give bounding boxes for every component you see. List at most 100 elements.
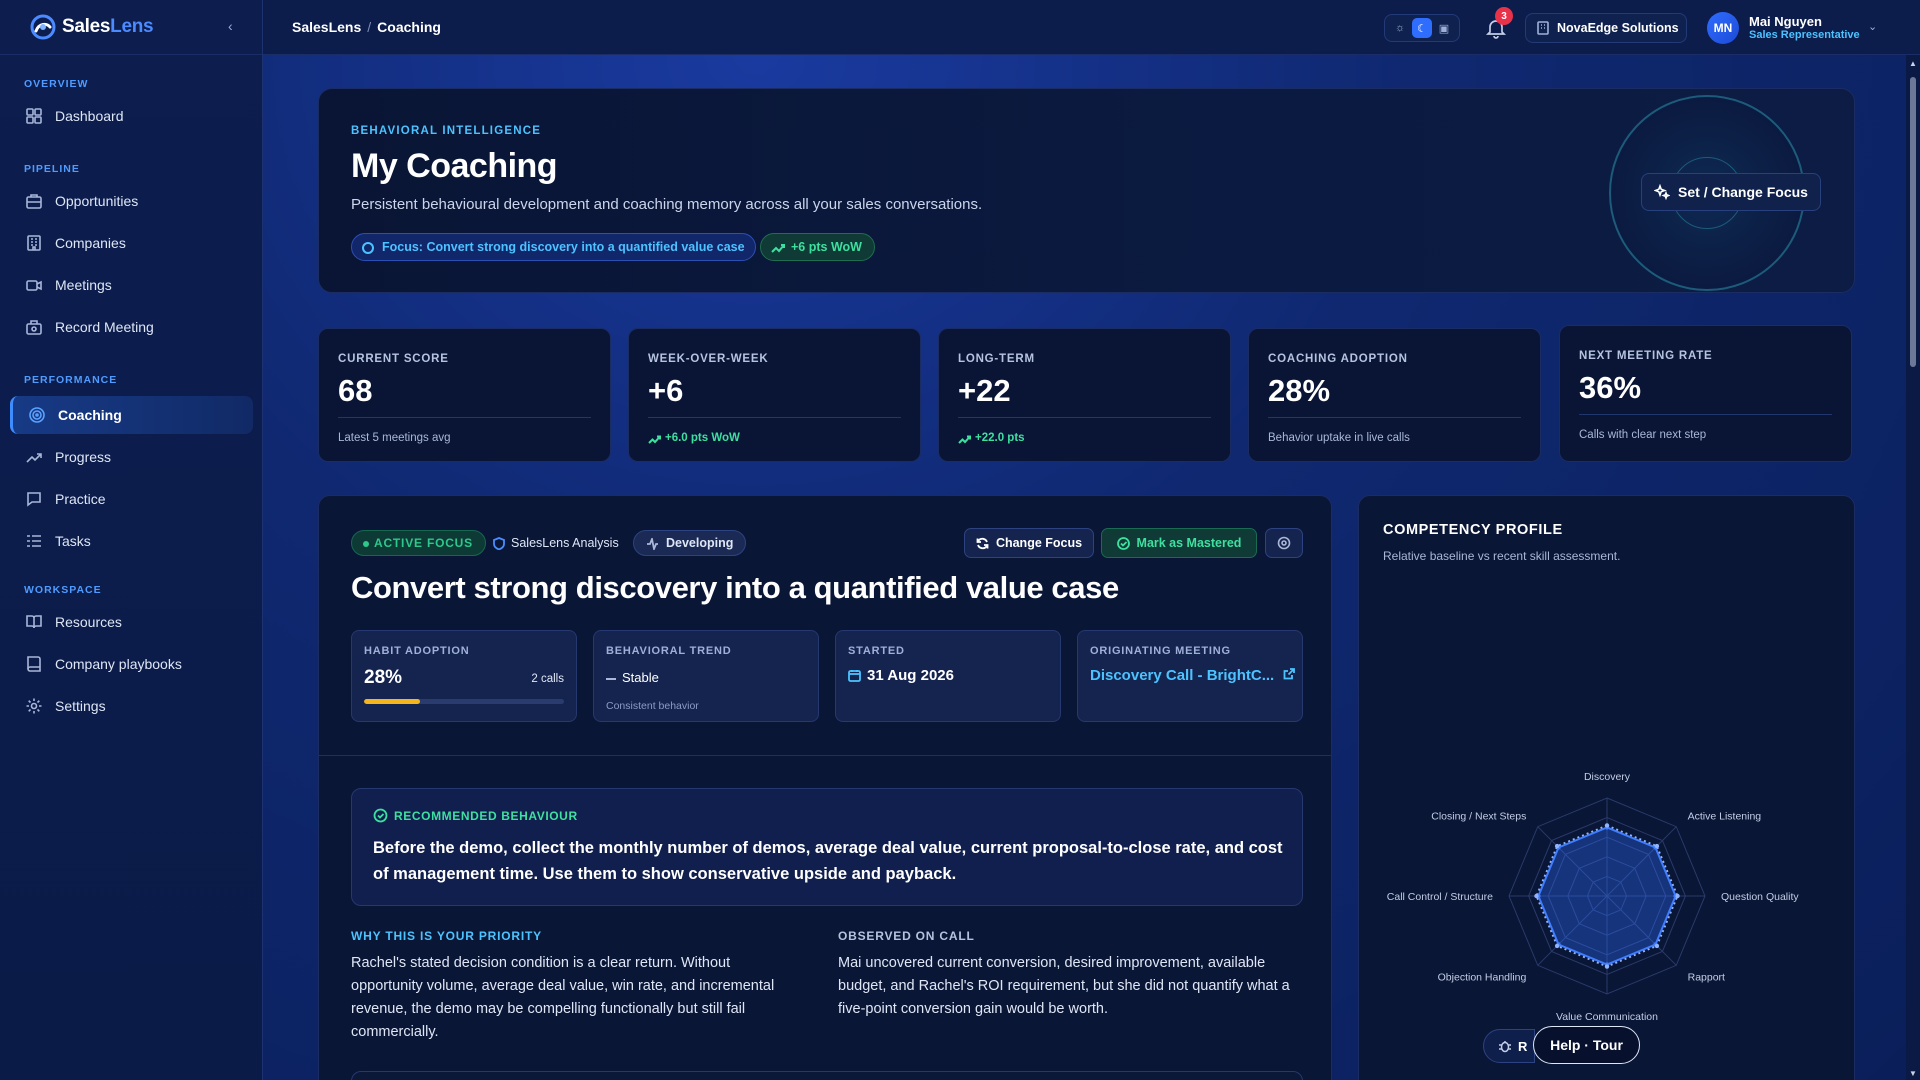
kpi-footnote: Latest 5 meetings avg [338,432,451,444]
stat-value: 28% [364,667,403,688]
coaching-hero: BEHAVIORAL INTELLIGENCE My Coaching Pers… [318,88,1855,293]
list-icon [27,535,41,547]
breadcrumb-root[interactable]: SalesLens [292,19,361,35]
sidebar-item-label: Coaching [58,407,122,423]
bug-icon [1499,1041,1511,1053]
breadcrumb-separator: / [367,19,372,35]
originating-meeting-link[interactable]: Discovery Call - BrightC... [1090,667,1274,684]
kpi-label: LONG-TERM [958,353,1035,365]
breadcrumb-current: Coaching [377,19,441,35]
system-mode-monitor-icon[interactable]: ▣ [1434,18,1454,38]
sidebar-item-label: Progress [55,449,112,465]
brand-logo[interactable]: SalesLens [0,0,262,55]
kpi-label: CURRENT SCORE [338,353,449,365]
focus-options-button[interactable] [1265,528,1303,558]
sidebar-item-record-meeting[interactable]: Record Meeting [10,310,253,344]
sidebar-item-label: Meetings [55,277,112,293]
scroll-up-arrow-icon[interactable]: ▲ [1909,59,1917,68]
stat-value-text: 31 Aug 2026 [867,667,954,684]
report-bug-button[interactable]: R [1483,1029,1535,1063]
source-badge: SalesLens Analysis [493,530,619,556]
settings-circle-icon [1277,536,1291,550]
stat-label: ORIGINATING MEETING [1090,645,1231,657]
kpi-footnote: Calls with clear next step [1579,429,1707,441]
sidebar-item-resources[interactable]: Resources [10,605,253,639]
kpi-card-coaching-adoption: COACHING ADOPTION 28% Behavior uptake in… [1248,328,1541,462]
refresh-icon [976,537,989,549]
focus-title: Convert strong discovery into a quantifi… [351,570,1119,605]
set-change-focus-button[interactable]: Set / Change Focus [1641,173,1821,211]
dark-mode-moon-icon[interactable]: ☾ [1412,18,1432,38]
nav-section-overview: OVERVIEW Dashboard [0,78,263,133]
kpi-divider [648,417,901,418]
trend-up-icon [958,435,971,444]
kpi-footnote: Behavior uptake in live calls [1268,432,1410,444]
collapse-sidebar-icon[interactable]: ‹ [228,18,233,34]
radar-axis-label: Discovery [1584,771,1631,783]
gear-icon [26,698,42,714]
sidebar-item-tasks[interactable]: Tasks [10,524,253,558]
recorder-icon [26,320,42,335]
kpi-card-next-meeting-rate: NEXT MEETING RATE 36% Calls with clear n… [1559,325,1852,462]
section-divider [319,755,1331,756]
mark-as-mastered-label: Mark as Mastered [1136,536,1242,550]
current-focus-text: Focus: Convert strong discovery into a q… [382,240,745,254]
skill-level-text: Developing [666,536,734,550]
scrollbar-thumb[interactable] [1910,77,1916,367]
stat-habit-adoption: HABIT ADOPTION 28% 2 calls [351,630,577,722]
page-scrollbar[interactable]: ▲ ▼ [1906,55,1920,1080]
light-mode-sun-icon[interactable]: ☼ [1390,18,1410,38]
skill-level-badge: Developing [633,530,747,556]
sidebar-item-companies[interactable]: Companies [10,226,253,260]
user-role: Sales Representative [1749,29,1860,41]
radar-point [1654,843,1660,849]
organization-switcher[interactable]: NovaEdge Solutions [1525,13,1687,43]
current-focus-pill[interactable]: Focus: Convert strong discovery into a q… [351,233,756,261]
radar-point [1604,823,1610,828]
stat-behavioral-trend: BEHAVIORAL TREND Stable Consistent behav… [593,630,819,722]
help-tour-button[interactable]: Help · Tour [1533,1026,1640,1064]
user-name[interactable]: Mai Nguyen [1749,14,1822,29]
active-focus-badge-text: ACTIVE FOCUS [374,536,473,550]
radar-point [1654,943,1660,949]
stat-value: 31 Aug 2026 [848,667,954,684]
change-focus-label: Change Focus [995,536,1083,550]
sidebar-item-dashboard[interactable]: Dashboard [10,99,253,133]
sidebar-item-label: Opportunities [55,193,139,209]
wow-change-text: +6 pts WoW [791,240,862,254]
building-icon [27,235,41,251]
organization-name: NovaEdge Solutions [1557,21,1679,35]
stat-originating-meeting: ORIGINATING MEETING Discovery Call - Bri… [1077,630,1303,722]
kpi-footnote: +6.0 pts WoW [648,432,740,444]
sidebar-item-meetings[interactable]: Meetings [10,268,253,302]
sidebar-item-coaching[interactable]: Coaching [10,396,253,434]
change-focus-button[interactable]: Change Focus [964,528,1094,558]
source-badge-text: SalesLens Analysis [511,536,619,550]
sparkles-icon [1654,184,1671,200]
mark-as-mastered-button[interactable]: Mark as Mastered [1101,528,1257,558]
sidebar-item-opportunities[interactable]: Opportunities [10,184,253,218]
set-change-focus-label: Set / Change Focus [1678,184,1808,200]
why-priority-text: Rachel's stated decision condition is a … [351,955,775,1040]
theme-toggle: ☼ ☾ ▣ [1384,14,1460,42]
nav-section-title: PERFORMANCE [24,374,118,386]
kpi-label: WEEK-OVER-WEEK [648,353,769,365]
sidebar-item-company-playbooks[interactable]: Company playbooks [10,647,253,681]
external-link-icon[interactable] [1283,668,1295,680]
kpi-footnote: +22.0 pts [958,432,1025,444]
stat-label: HABIT ADOPTION [364,645,470,657]
radar-axis-label: Call Control / Structure [1387,891,1493,903]
book-icon [26,615,42,629]
active-focus-card: ACTIVE FOCUS SalesLens Analysis Developi… [318,495,1332,1080]
shield-icon [493,537,505,550]
sidebar-item-settings[interactable]: Settings [10,689,253,723]
next-section-box [351,1071,1303,1080]
sidebar-item-progress[interactable]: Progress [10,440,253,474]
chevron-down-icon[interactable]: ⌄ [1868,20,1877,33]
avatar[interactable]: MN [1707,12,1739,44]
scroll-down-arrow-icon[interactable]: ▼ [1909,1069,1917,1078]
sidebar-item-practice[interactable]: Practice [10,482,253,516]
kpi-label: NEXT MEETING RATE [1579,350,1713,362]
habit-adoption-progress-bar [364,699,564,704]
saleslens-logo-icon [30,14,56,40]
